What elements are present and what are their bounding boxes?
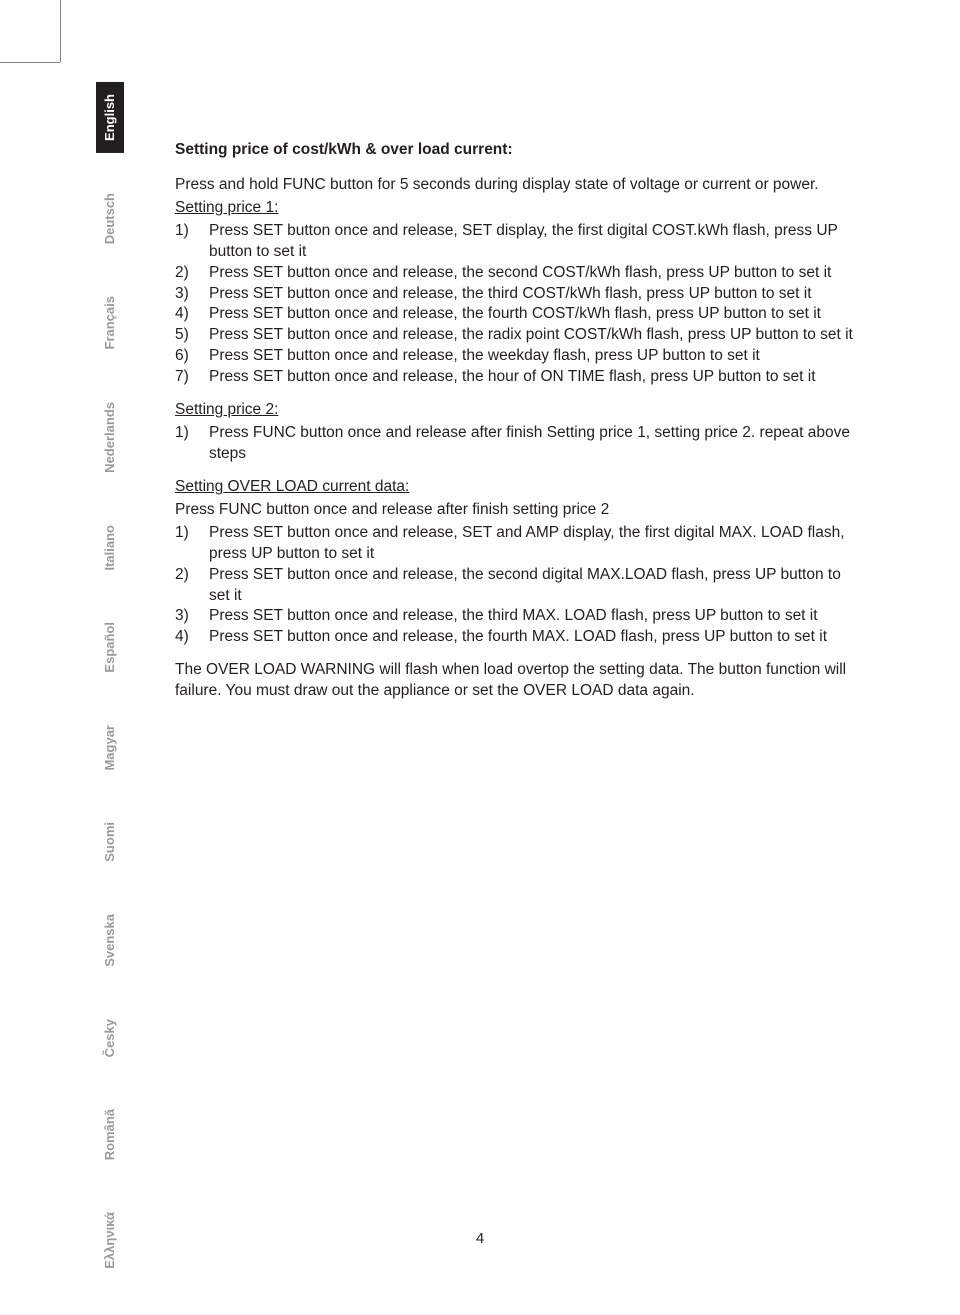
list-item: 2)Press SET button once and release, the… [175,263,855,284]
list-text: Press SET button once and release, the t… [209,606,855,627]
setting-price-2-list: 1)Press FUNC button once and release aft… [175,423,855,465]
list-text: Press SET button once and release, SET d… [209,221,855,263]
language-tab-deutsch[interactable]: Deutsch [96,181,124,256]
language-tab-svenska[interactable]: Svenska [96,902,124,979]
overload-warning: The OVER LOAD WARNING will flash when lo… [175,660,855,702]
list-text: Press SET button once and release, the h… [209,367,855,388]
list-text: Press SET button once and release, the s… [209,565,855,607]
list-text: Press FUNC button once and release after… [209,423,855,465]
crop-mark-vertical [60,0,61,62]
setting-price-1-list: 1)Press SET button once and release, SET… [175,221,855,388]
list-item: 4)Press SET button once and release, the… [175,627,855,648]
list-number: 1) [175,423,209,465]
list-text: Press SET button once and release, the f… [209,627,855,648]
language-tab-română[interactable]: Română [96,1097,124,1172]
overload-heading: Setting OVER LOAD current data: [175,477,855,498]
list-text: Press SET button once and release, the r… [209,325,855,346]
list-item: 7)Press SET button once and release, the… [175,367,855,388]
language-tab-suomi[interactable]: Suomi [96,810,124,874]
list-text: Press SET button once and release, the w… [209,346,855,367]
list-number: 5) [175,325,209,346]
list-item: 2)Press SET button once and release, the… [175,565,855,607]
setting-price-2-heading: Setting price 2: [175,400,855,421]
list-number: 3) [175,284,209,305]
page-number: 4 [0,1230,960,1247]
list-item: 1)Press FUNC button once and release aft… [175,423,855,465]
list-text: Press SET button once and release, SET a… [209,523,855,565]
list-number: 1) [175,221,209,263]
list-text: Press SET button once and release, the f… [209,304,855,325]
list-number: 4) [175,627,209,648]
list-number: 3) [175,606,209,627]
intro-paragraph: Press and hold FUNC button for 5 seconds… [175,175,855,196]
list-number: 1) [175,523,209,565]
language-tab-english[interactable]: English [96,82,124,153]
overload-list: 1)Press SET button once and release, SET… [175,523,855,649]
list-item: 1)Press SET button once and release, SET… [175,523,855,565]
language-tab-nederlands[interactable]: Nederlands [96,390,124,485]
section-title: Setting price of cost/kWh & over load cu… [175,140,855,161]
list-text: Press SET button once and release, the t… [209,284,855,305]
language-tab-español[interactable]: Español [96,610,124,685]
list-item: 6)Press SET button once and release, the… [175,346,855,367]
main-content: Setting price of cost/kWh & over load cu… [175,140,855,704]
crop-mark-horizontal [0,62,60,63]
list-item: 3)Press SET button once and release, the… [175,606,855,627]
list-number: 4) [175,304,209,325]
list-item: 1)Press SET button once and release, SET… [175,221,855,263]
list-item: 5)Press SET button once and release, the… [175,325,855,346]
list-text: Press SET button once and release, the s… [209,263,855,284]
list-item: 4)Press SET button once and release, the… [175,304,855,325]
language-tab-français[interactable]: Français [96,284,124,361]
language-tabs: English Deutsch Français Nederlands Italiano… [96,82,126,1309]
language-tab-magyar[interactable]: Magyar [96,713,124,783]
list-number: 2) [175,263,209,284]
list-number: 7) [175,367,209,388]
language-tab-italiano[interactable]: Italiano [96,513,124,583]
setting-price-1-heading: Setting price 1: [175,198,855,219]
language-tab-česky[interactable]: Česky [96,1007,124,1069]
list-item: 3)Press SET button once and release, the… [175,284,855,305]
list-number: 6) [175,346,209,367]
list-number: 2) [175,565,209,607]
overload-intro: Press FUNC button once and release after… [175,500,855,521]
